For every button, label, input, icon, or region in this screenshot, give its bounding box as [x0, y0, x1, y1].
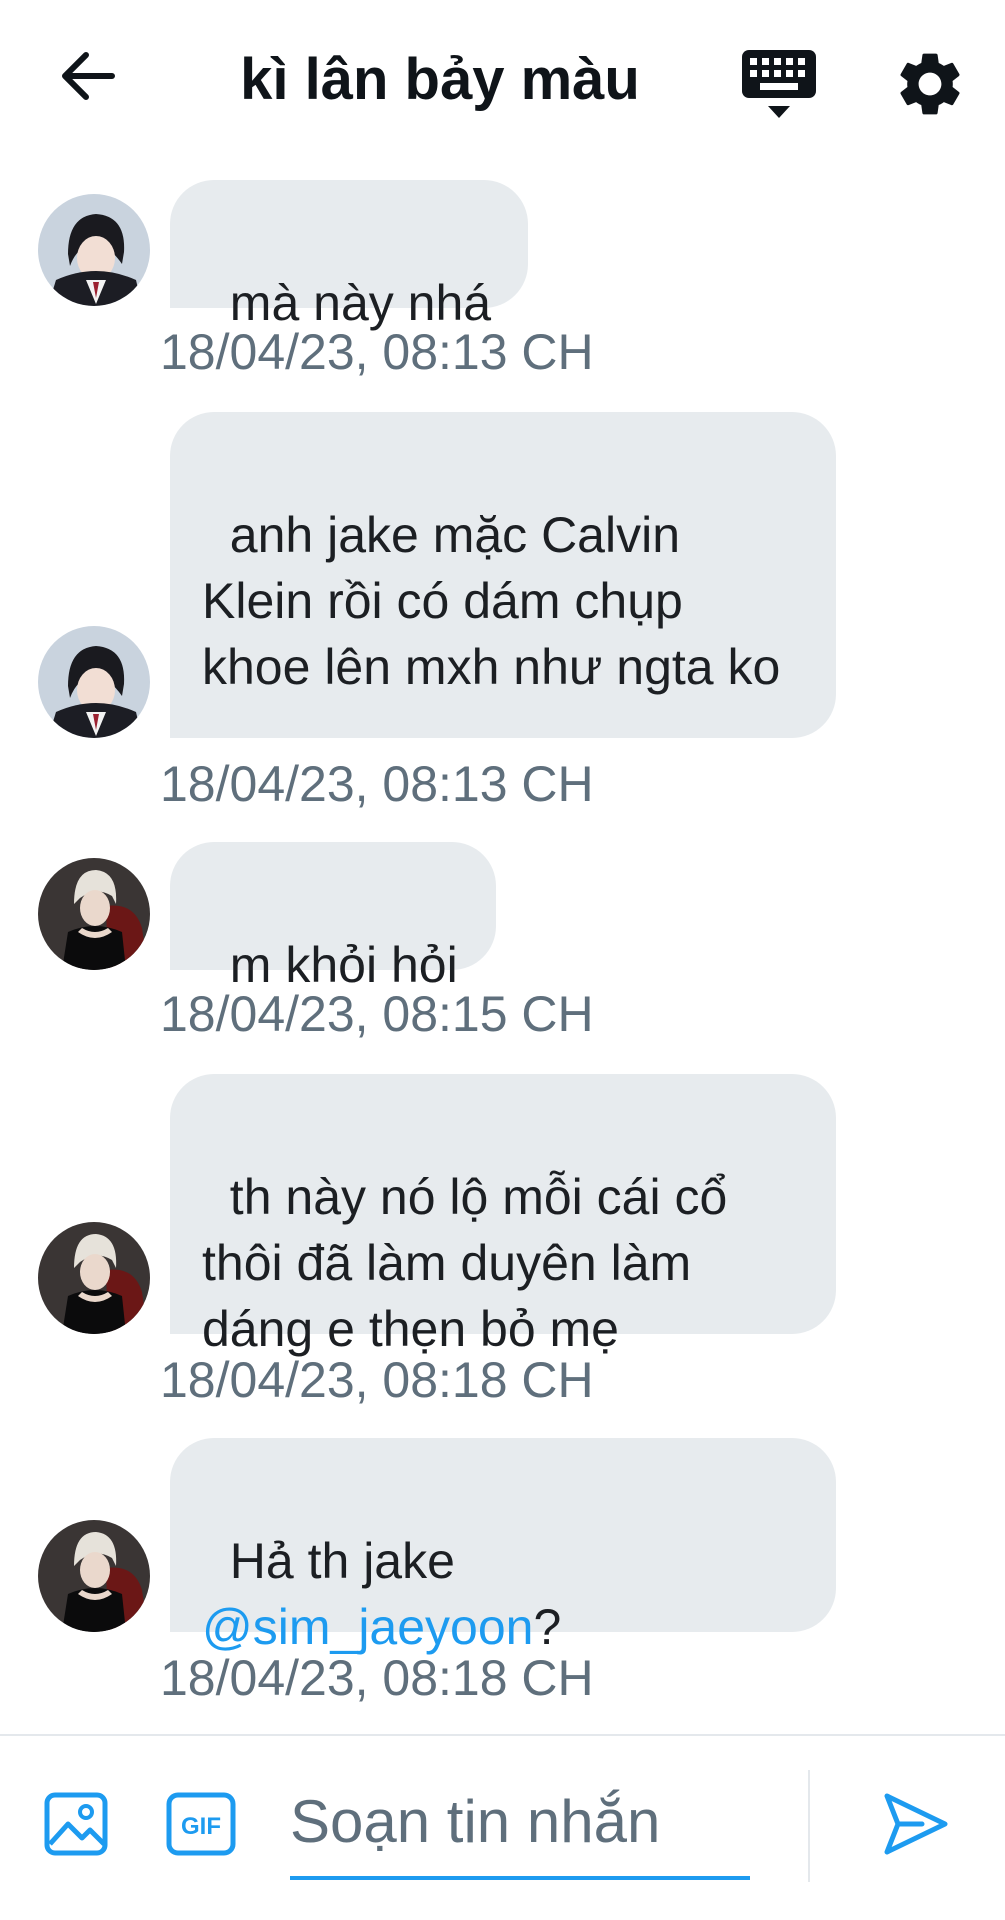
- message-timestamp: 18/04/23, 08:13 CH: [160, 756, 594, 812]
- avatar[interactable]: [38, 858, 150, 970]
- avatar[interactable]: [38, 626, 150, 738]
- image-icon: [44, 1792, 108, 1856]
- message-timestamp: 18/04/23, 08:15 CH: [160, 986, 594, 1042]
- message-timestamp: 18/04/23, 08:18 CH: [160, 1650, 594, 1706]
- gif-icon: GIF: [166, 1792, 236, 1856]
- message-bubble[interactable]: Hả th jake @sim_jaeyoon?: [170, 1438, 836, 1655]
- send-icon: [884, 1793, 948, 1855]
- avatar[interactable]: [38, 1222, 150, 1334]
- composer-divider: [808, 1770, 810, 1882]
- message-bubble[interactable]: mà này nhá: [170, 180, 528, 331]
- keyboard-button[interactable]: [740, 48, 818, 122]
- avatar-user-a: [38, 194, 150, 306]
- send-button[interactable]: [882, 1790, 950, 1858]
- gif-label: GIF: [181, 1813, 221, 1840]
- user-mention-link[interactable]: @sim_jaeyoon: [202, 1599, 533, 1655]
- conversation-title: kì lân bảy màu: [240, 47, 640, 112]
- message-timestamp: 18/04/23, 08:18 CH: [160, 1352, 594, 1408]
- message-input[interactable]: [290, 1766, 750, 1876]
- avatar-user-a: [38, 626, 150, 738]
- back-button[interactable]: [52, 40, 124, 112]
- gear-icon: [900, 53, 960, 115]
- conversation-header: kì lân bảy màu: [0, 0, 1005, 170]
- message-text: Hả th jake: [229, 1533, 455, 1589]
- avatar-user-b: [38, 1520, 150, 1632]
- message-text-suffix: ?: [533, 1599, 562, 1655]
- avatar-user-b: [38, 858, 150, 970]
- arrow-left-icon: [62, 52, 115, 100]
- message-text: th này nó lộ mỗi cái cổ thôi đã làm duyê…: [202, 1169, 742, 1357]
- message-timestamp: 18/04/23, 08:13 CH: [160, 324, 594, 380]
- message-composer: GIF: [0, 1734, 1005, 1920]
- avatar-user-b: [38, 1222, 150, 1334]
- add-image-button[interactable]: [44, 1792, 108, 1856]
- avatar[interactable]: [38, 1520, 150, 1632]
- message-bubble[interactable]: anh jake mặc Calvin Klein rồi có dám chụ…: [170, 412, 836, 738]
- add-gif-button[interactable]: GIF: [166, 1792, 236, 1856]
- message-text: anh jake mặc Calvin Klein rồi có dám chụ…: [202, 507, 781, 695]
- settings-button[interactable]: [892, 46, 968, 122]
- message-input-wrapper: [290, 1766, 750, 1880]
- message-bubble[interactable]: th này nó lộ mỗi cái cổ thôi đã làm duyê…: [170, 1074, 836, 1357]
- message-bubble[interactable]: m khỏi hỏi: [170, 842, 496, 993]
- keyboard-icon: [742, 50, 816, 118]
- avatar[interactable]: [38, 194, 150, 306]
